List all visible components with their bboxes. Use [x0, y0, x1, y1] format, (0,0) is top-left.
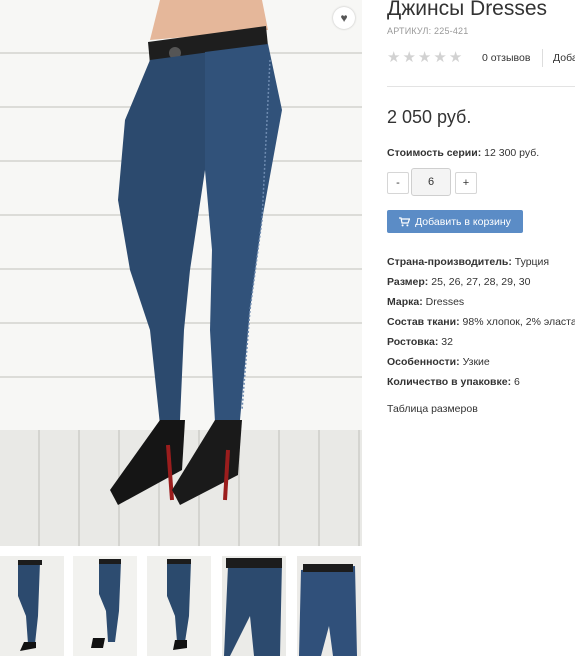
property-value: 25, 26, 27, 28, 29, 30	[431, 276, 531, 288]
thumbnail-4[interactable]	[222, 556, 286, 656]
star-icon[interactable]: ★	[433, 50, 446, 66]
property-label: Особенности:	[387, 356, 460, 368]
divider	[387, 86, 575, 87]
property-row: Размер: 25, 26, 27, 28, 29, 30	[387, 276, 575, 296]
product-sku: АРТИКУЛ: 225-421	[387, 26, 469, 36]
property-row: Марка: Dresses	[387, 296, 575, 316]
property-value: Узкие	[462, 356, 490, 368]
quantity-input[interactable]: 6	[411, 168, 451, 196]
property-row: Ростовка: 32	[387, 336, 575, 356]
thumbnail-2[interactable]	[73, 556, 137, 656]
add-review-link[interactable]: Доба	[553, 52, 575, 64]
thumbnail-strip	[0, 556, 365, 656]
property-label: Размер:	[387, 276, 429, 288]
property-value: 98% хлопок, 2% эластан	[462, 316, 575, 328]
product-properties: Страна-производитель: Турция Размер: 25,…	[387, 256, 575, 396]
quantity-decrease-button[interactable]: -	[387, 172, 409, 194]
property-value: Турция	[514, 256, 550, 268]
wishlist-button[interactable]: ♥	[333, 7, 355, 29]
thumbnail-3[interactable]	[147, 556, 211, 656]
rating-stars[interactable]: ★ ★ ★ ★ ★	[387, 50, 462, 66]
cart-icon	[399, 216, 411, 226]
property-row: Состав ткани: 98% хлопок, 2% эластан	[387, 316, 575, 336]
reviews-link[interactable]: 0 отзывов	[482, 52, 530, 64]
property-label: Состав ткани:	[387, 316, 460, 328]
add-to-cart-button[interactable]: Добавить в корзину	[387, 210, 523, 233]
jeans-photo	[110, 0, 282, 505]
product-title: Джинсы Dresses	[387, 0, 548, 20]
property-value: 32	[441, 336, 453, 348]
property-value: 6	[514, 376, 520, 388]
property-value: Dresses	[425, 296, 465, 308]
property-label: Количество в упаковке:	[387, 376, 512, 388]
thumbnail-1[interactable]	[0, 556, 64, 656]
star-icon[interactable]: ★	[402, 50, 415, 66]
divider	[542, 49, 543, 67]
heart-icon: ♥	[340, 11, 348, 25]
main-product-image[interactable]: ♥	[0, 0, 362, 546]
property-label: Страна-производитель:	[387, 256, 512, 268]
series-price: Стоимость серии: 12 300 руб.	[387, 147, 539, 159]
star-icon[interactable]: ★	[449, 50, 462, 66]
product-price: 2 050 руб.	[387, 107, 472, 127]
property-label: Ростовка:	[387, 336, 439, 348]
star-icon[interactable]: ★	[418, 50, 431, 66]
star-icon[interactable]: ★	[387, 50, 400, 66]
quantity-increase-button[interactable]: +	[455, 172, 477, 194]
add-to-cart-label: Добавить в корзину	[415, 215, 511, 228]
series-price-value: 12 300 руб.	[484, 147, 540, 159]
thumbnail-5[interactable]	[297, 556, 361, 656]
series-price-label: Стоимость серии:	[387, 147, 482, 159]
size-table-link[interactable]: Таблица размеров	[387, 403, 478, 415]
property-row: Количество в упаковке: 6	[387, 376, 575, 396]
property-label: Марка:	[387, 296, 423, 308]
property-row: Особенности: Узкие	[387, 356, 575, 376]
property-row: Страна-производитель: Турция	[387, 256, 575, 276]
